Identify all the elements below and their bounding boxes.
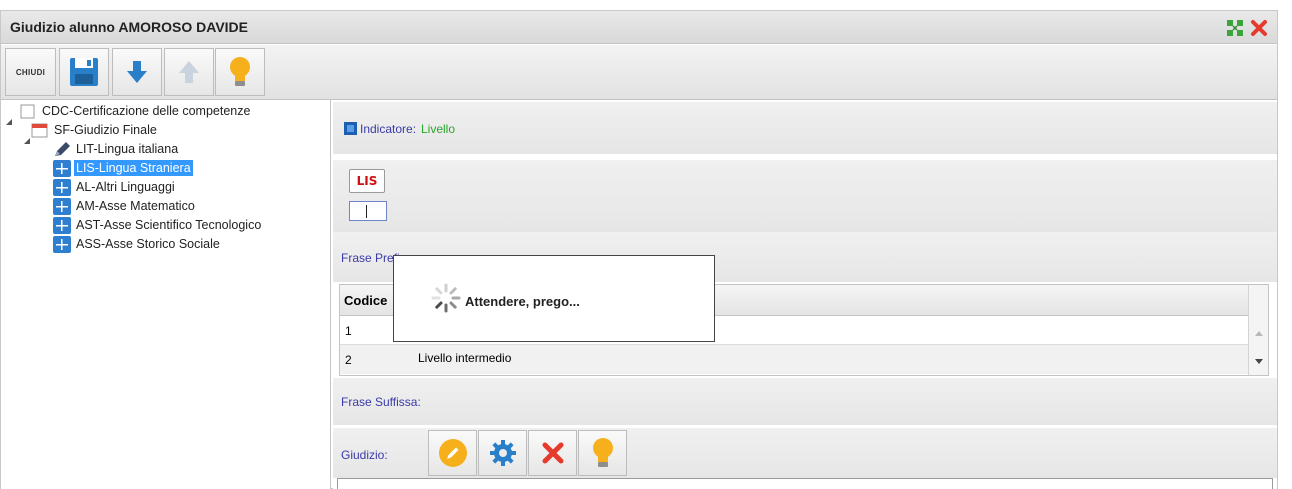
lis-code-label: LIS: [356, 174, 378, 188]
tree-item-am[interactable]: AM-Asse Matematico: [53, 197, 197, 215]
judgement-label: Giudizio:: [341, 448, 388, 462]
indicator-icon: [344, 122, 357, 135]
indicator-value: Livello: [421, 122, 456, 136]
tree-root-label: CDC-Certificazione delle competenze: [42, 104, 251, 118]
suffix-label: Frase Suffissa:: [341, 395, 421, 409]
gear-icon: [489, 440, 516, 466]
indicator-band: Indicatore: Livello: [333, 102, 1277, 154]
loading-dialog: Attendere, prego...: [393, 255, 715, 342]
lightbulb-icon: [230, 57, 250, 86]
loading-spinner-icon: [431, 283, 461, 313]
grid-icon: [53, 159, 71, 177]
tree-item-label: ASS-Asse Storico Sociale: [76, 237, 220, 251]
scroll-up-icon[interactable]: [1255, 331, 1263, 336]
column-header-code: Codice: [344, 293, 388, 308]
background-page-text: [0, 0, 1292, 10]
judgement-hint-button[interactable]: [578, 430, 627, 476]
lis-code-button[interactable]: LIS: [349, 169, 385, 193]
tree-item-label: AM-Asse Matematico: [76, 199, 195, 213]
judgement-textarea[interactable]: [337, 478, 1273, 489]
save-icon: [70, 58, 98, 86]
pencil-icon: [55, 141, 70, 156]
scroll-down-icon[interactable]: [1255, 359, 1263, 364]
code-input[interactable]: [349, 201, 387, 221]
tree-item-label: AST-Asse Scientifico Tecnologico: [76, 218, 262, 232]
main-toolbar: CHIUDI: [1, 45, 1277, 100]
close-button[interactable]: CHIUDI: [5, 48, 56, 96]
competence-tree: CDC-Certificazione delle competenze SF-G…: [1, 100, 331, 489]
table-scrollbar[interactable]: [1248, 285, 1268, 375]
arrow-up-icon: [179, 61, 199, 83]
row-code: 1: [345, 324, 352, 338]
grid-icon: [53, 178, 71, 196]
row-code: 2: [345, 353, 352, 367]
move-down-button[interactable]: [112, 48, 162, 96]
table-row[interactable]: 2 Livello intermedio: [340, 345, 1250, 374]
delete-judgement-button[interactable]: [528, 430, 577, 476]
tree-root-node[interactable]: CDC-Certificazione delle competenze: [19, 102, 252, 120]
delete-icon: [542, 442, 563, 464]
judgement-dialog: Giudizio alunno AMOROSO DAVIDE CHIUDI CD…: [0, 10, 1278, 489]
save-button[interactable]: [59, 48, 109, 96]
indicator-label: Indicatore:: [360, 122, 417, 136]
lightbulb-icon: [592, 438, 613, 467]
row-description: Livello intermedio: [418, 351, 512, 365]
generate-judgement-button[interactable]: [478, 430, 527, 476]
tree-group-label: SF-Giudizio Finale: [54, 123, 157, 137]
arrow-down-icon: [127, 61, 147, 83]
grid-icon: [53, 216, 71, 234]
tree-expander-icon[interactable]: [5, 118, 13, 126]
tree-group-node[interactable]: SF-Giudizio Finale: [31, 121, 159, 139]
tree-item-ass[interactable]: ASS-Asse Storico Sociale: [53, 235, 222, 253]
tree-item-label: LIS-Lingua Straniera: [74, 160, 193, 176]
grid-icon: [53, 235, 71, 253]
code-band: [333, 160, 1277, 232]
tree-item-al[interactable]: AL-Altri Linguaggi: [53, 178, 177, 196]
tree-item-lit[interactable]: LIT-Lingua italiana: [53, 140, 180, 158]
tree-item-label: AL-Altri Linguaggi: [76, 180, 175, 194]
tree-item-lis[interactable]: LIS-Lingua Straniera: [53, 159, 193, 177]
hint-button[interactable]: [215, 48, 265, 96]
maximize-icon[interactable]: [1226, 19, 1244, 37]
move-up-button[interactable]: [164, 48, 214, 96]
tree-expander-icon[interactable]: [23, 137, 31, 145]
suffix-band: Frase Suffissa:: [333, 378, 1277, 425]
tree-item-ast[interactable]: AST-Asse Scientifico Tecnologico: [53, 216, 263, 234]
document-icon: [20, 104, 35, 118]
tree-item-label: LIT-Lingua italiana: [76, 142, 179, 156]
close-button-label: CHIUDI: [15, 67, 46, 77]
grid-icon: [53, 197, 71, 215]
edit-judgement-button[interactable]: [428, 430, 477, 476]
loading-message: Attendere, prego...: [465, 294, 580, 309]
pencil-circle-icon: [438, 439, 467, 467]
dialog-titlebar: Giudizio alunno AMOROSO DAVIDE: [1, 11, 1277, 44]
dialog-title: Giudizio alunno AMOROSO DAVIDE: [10, 19, 248, 35]
close-icon[interactable]: [1250, 19, 1268, 37]
calendar-icon: [31, 123, 48, 137]
